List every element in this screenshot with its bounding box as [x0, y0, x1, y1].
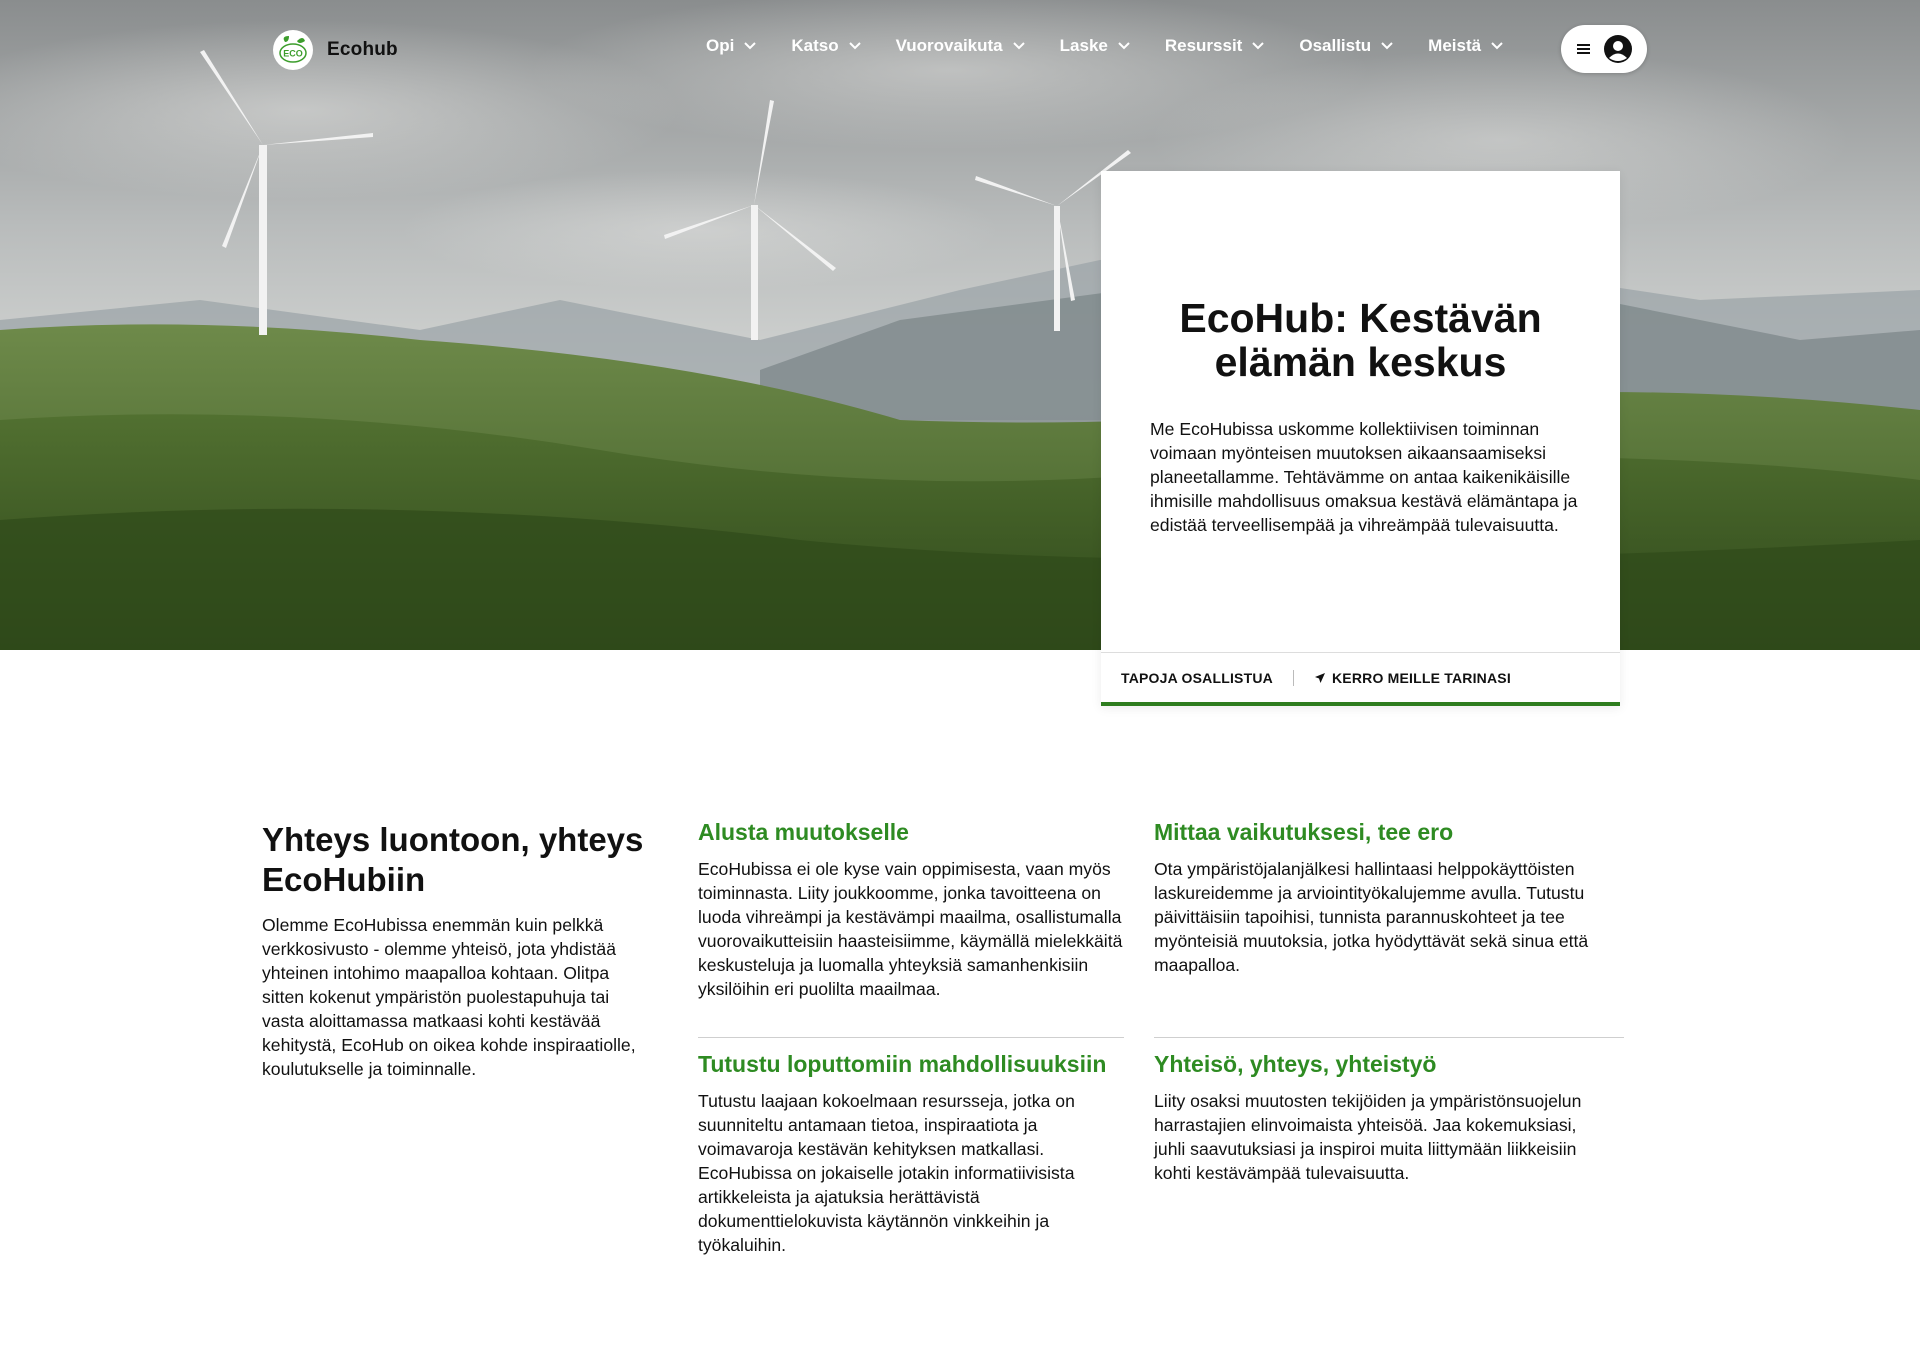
- feature-community: Yhteisö, yhteys, yhteistyö Liity osaksi …: [1154, 1049, 1594, 1185]
- nav-label: Laske: [1059, 36, 1108, 55]
- feature-title: Alusta muutokselle: [698, 819, 909, 845]
- feature-title: Mittaa vaikutuksesi, tee ero: [1154, 819, 1454, 845]
- nav-label: Meistä: [1428, 36, 1482, 55]
- nav-item-osallistu[interactable]: Osallistu: [1299, 36, 1393, 56]
- nav-item-meista[interactable]: Meistä: [1428, 36, 1503, 56]
- nav-item-katso[interactable]: Katso: [791, 36, 861, 56]
- nav-label: Opi: [706, 36, 735, 55]
- nav-label: Resurssit: [1164, 36, 1243, 55]
- send-arrow-icon: [1314, 672, 1325, 683]
- logo-badge-text: ECO: [283, 49, 303, 59]
- feature-measure-impact: Mittaa vaikutuksesi, tee ero Ota ympäris…: [1154, 817, 1594, 977]
- user-icon: [1604, 35, 1632, 63]
- nav-item-resurssit[interactable]: Resurssit: [1164, 36, 1265, 56]
- hero-card-actions: TAPOJA OSALLISTUA KERRO MEILLE TARINASI: [1101, 652, 1620, 706]
- share-story-link[interactable]: KERRO MEILLE TARINASI: [1314, 670, 1511, 686]
- feature-text: Ota ympäristöjalanjälkesi hallintaasi he…: [1154, 859, 1589, 975]
- hero-card: EcoHub: Kestävän elämän keskus Me EcoHub…: [1101, 171, 1620, 706]
- page-title: EcoHub: Kestävän elämän keskus: [1179, 295, 1542, 385]
- user-menu-button[interactable]: [1561, 25, 1647, 73]
- chevron-down-icon: [1381, 42, 1393, 50]
- feature-explore-resources: Tutustu loputtomiin mahdollisuuksiin Tut…: [698, 1049, 1126, 1257]
- divider: [698, 1037, 1124, 1038]
- feature-title: Tutustu loputtomiin mahdollisuuksiin: [698, 1051, 1107, 1077]
- eco-logo-icon: ECO: [273, 30, 313, 70]
- feature-text: Liity osaksi muutosten tekijöiden ja ymp…: [1154, 1091, 1582, 1183]
- divider: [1292, 669, 1294, 686]
- feature-text: Tutustu laajaan kokoelmaan resursseja, j…: [698, 1091, 1075, 1255]
- nav-item-vuorovaikuta[interactable]: Vuorovaikuta: [896, 36, 1025, 56]
- nav-label: Katso: [791, 36, 839, 55]
- feature-text: EcoHubissa ei ole kyse vain oppimisesta,…: [698, 859, 1123, 999]
- chevron-down-icon: [744, 42, 757, 50]
- nav-item-opi[interactable]: Opi: [706, 36, 757, 56]
- site-header: ECO Ecohub Opi Katso Vuorovaikuta Laske …: [0, 0, 1920, 100]
- menu-icon: [1577, 44, 1590, 54]
- chevron-down-icon: [1252, 42, 1265, 50]
- chevron-down-icon: [1491, 42, 1503, 50]
- chevron-down-icon: [1118, 42, 1130, 50]
- divider: [1154, 1037, 1624, 1038]
- link-label: KERRO MEILLE TARINASI: [1331, 669, 1511, 686]
- main-nav: Opi Katso Vuorovaikuta Laske Resurssit O…: [706, 36, 1538, 56]
- nav-label: Vuorovaikuta: [895, 36, 1003, 55]
- link-label: TAPOJA OSALLISTUA: [1121, 669, 1273, 686]
- chevron-down-icon: [1012, 42, 1025, 50]
- feature-platform: Alusta muutokselle EcoHubissa ei ole kys…: [698, 817, 1126, 1001]
- ways-to-participate-link[interactable]: TAPOJA OSALLISTUA: [1121, 670, 1273, 686]
- nav-item-laske[interactable]: Laske: [1060, 36, 1130, 56]
- nav-label: Osallistu: [1299, 36, 1372, 55]
- intro-title: Yhteys luontoon, yhteys EcoHubiin: [262, 821, 644, 898]
- site-logo[interactable]: ECO Ecohub: [273, 30, 398, 70]
- intro-text: Olemme EcoHubissa enemmän kuin pelkkä ve…: [262, 915, 636, 1079]
- hero-description: Me EcoHubissa uskomme kollektiivisen toi…: [1150, 419, 1578, 535]
- feature-title: Yhteisö, yhteys, yhteistyö: [1154, 1051, 1437, 1077]
- chevron-down-icon: [848, 42, 861, 50]
- logo-text: Ecohub: [327, 39, 398, 60]
